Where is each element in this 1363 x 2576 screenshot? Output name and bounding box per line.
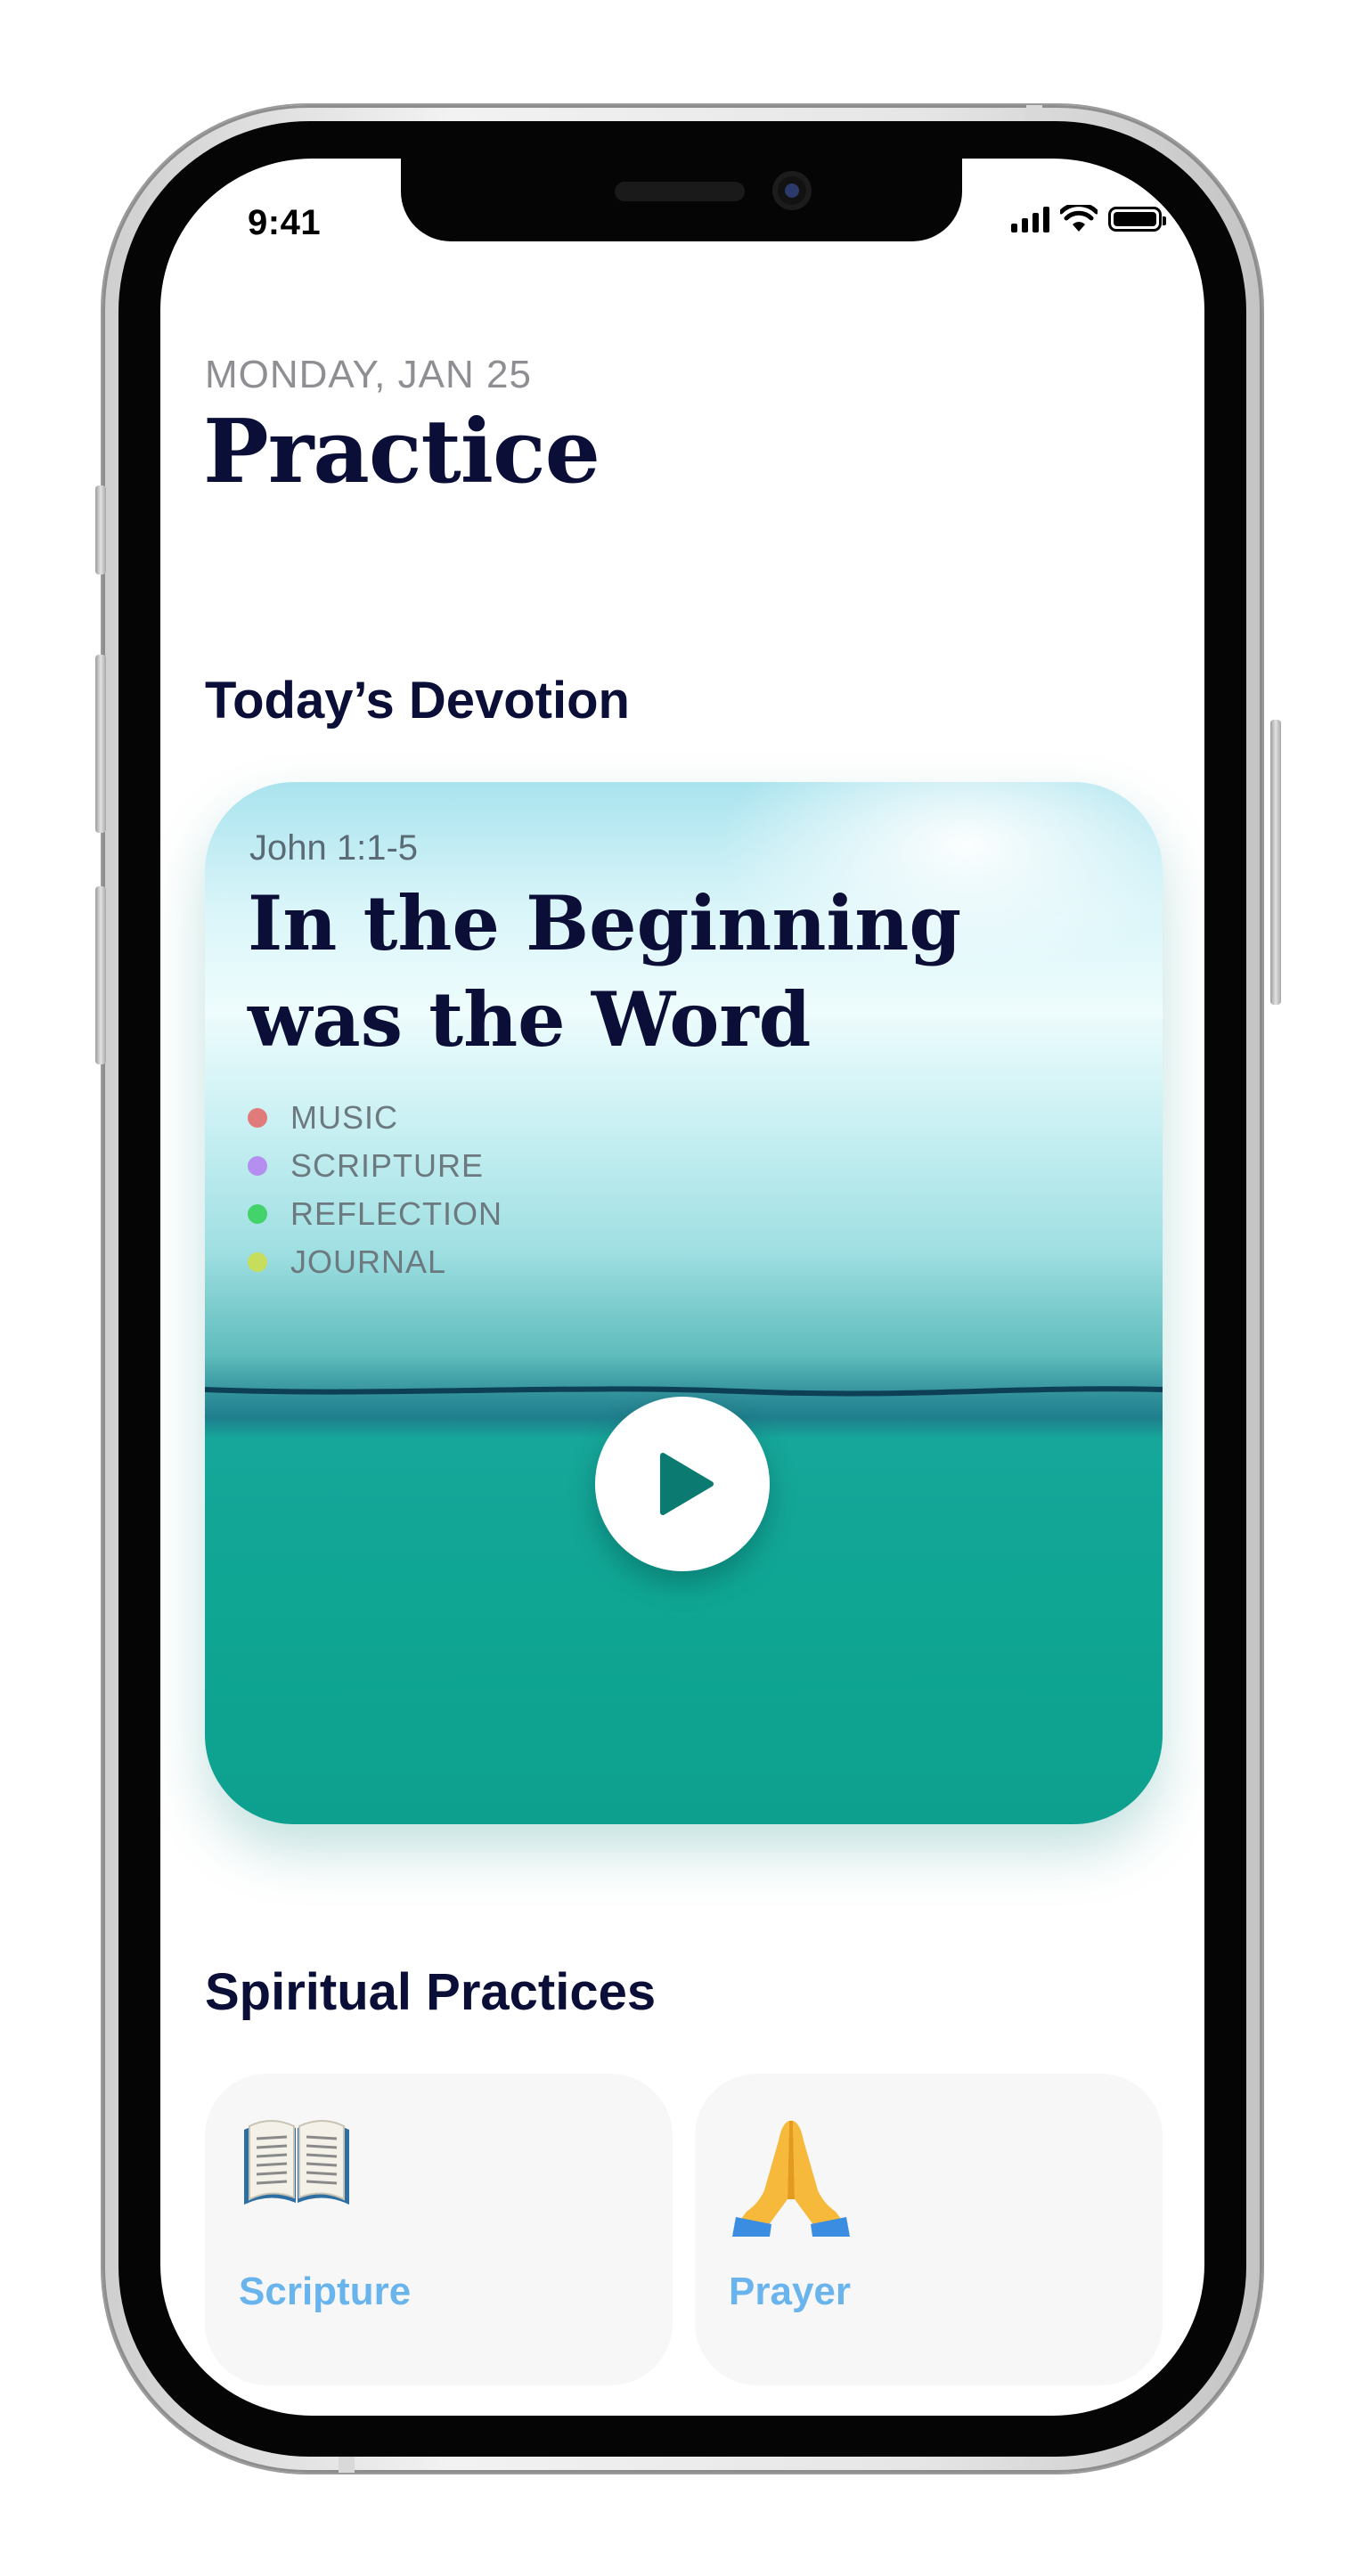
cellular-signal-icon [1011,206,1049,232]
antenna-line [1026,105,1042,121]
silent-switch [95,485,106,575]
notch [401,159,962,241]
open-book-icon [244,2120,349,2205]
practice-card-prayer[interactable]: Prayer [695,2074,1163,2385]
scripture-passage: John 1:1-5 [249,828,419,868]
water-surface-line [205,1386,1163,1397]
antenna-line [339,2457,355,2473]
scripture-dot-icon [248,1156,267,1176]
play-icon [660,1453,714,1515]
tag-journal: JOURNAL [248,1238,502,1286]
speaker-grille [615,182,745,201]
reflection-dot-icon [248,1204,267,1224]
volume-up-button [95,655,106,833]
battery-icon [1108,207,1166,232]
camera-icon [772,171,812,210]
power-button [1270,720,1281,1005]
practice-label-scripture: Scripture [239,2270,412,2313]
play-button[interactable] [595,1397,770,1571]
volume-down-button [95,886,106,1064]
date-label: MONDAY, JAN 25 [205,353,532,396]
todays-devotion-heading: Today’s Devotion [205,672,630,730]
devotion-title: In the Beginning was the Word [248,876,1049,1068]
practice-card-scripture[interactable]: Scripture [205,2074,673,2385]
tag-scripture: SCRIPTURE [248,1142,502,1190]
devotion-title-line: In the Beginning [248,879,962,967]
journal-dot-icon [248,1252,267,1272]
devotion-title-line: was the Word [248,975,812,1064]
devotion-card[interactable]: John 1:1-5 In the Beginning was the Word… [205,782,1163,1824]
devotion-components-list: MUSIC SCRIPTURE REFLECTION JOURNAL [248,1094,502,1286]
tag-music: MUSIC [248,1094,502,1142]
wifi-icon [1060,205,1098,232]
phone-screen: 9:41 MONDAY, JAN 25 Practice Today’s Dev… [160,159,1204,2416]
tag-reflection: REFLECTION [248,1190,502,1238]
music-dot-icon [248,1108,267,1128]
spiritual-practices-heading: Spiritual Practices [205,1963,657,2021]
page-title: Practice [203,401,600,503]
status-icons [1011,205,1166,233]
praying-hands-icon [732,2121,850,2237]
practice-label-prayer: Prayer [729,2270,852,2313]
status-time: 9:41 [248,203,322,242]
